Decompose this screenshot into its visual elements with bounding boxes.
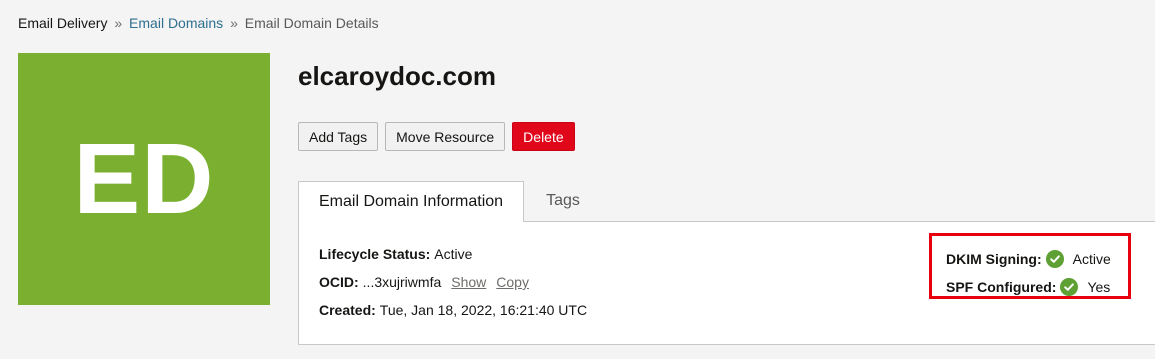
add-tags-button[interactable]: Add Tags bbox=[298, 122, 379, 151]
lifecycle-status-label: Lifecycle Status: bbox=[319, 246, 431, 262]
tab-email-domain-information[interactable]: Email Domain Information bbox=[298, 181, 525, 222]
check-circle-icon bbox=[1045, 250, 1064, 268]
tab-bar: Email Domain Information Tags bbox=[298, 181, 602, 222]
action-toolbar: Add Tags Move Resource Delete bbox=[298, 122, 575, 151]
spf-configured-row: SPF Configured: Yes bbox=[946, 273, 1128, 301]
spf-configured-value: Yes bbox=[1087, 279, 1111, 295]
ocid-label: OCID: bbox=[319, 274, 359, 290]
dkim-signing-value: Active bbox=[1072, 251, 1111, 267]
breadcrumb-email-domains-link[interactable]: Email Domains bbox=[129, 15, 223, 31]
ocid-show-link[interactable]: Show bbox=[451, 274, 486, 290]
ocid-row: OCID: ...3xujriwmfa Show Copy bbox=[319, 274, 587, 302]
move-resource-button[interactable]: Move Resource bbox=[385, 122, 506, 151]
resource-avatar: ED bbox=[18, 53, 270, 305]
dkim-signing-label: DKIM Signing: bbox=[946, 251, 1042, 267]
spf-configured-label: SPF Configured: bbox=[946, 279, 1057, 295]
created-row: Created: Tue, Jan 18, 2022, 16:21:40 UTC bbox=[319, 302, 587, 330]
tab-tags[interactable]: Tags bbox=[524, 181, 602, 221]
created-label: Created: bbox=[319, 302, 376, 318]
breadcrumb-root[interactable]: Email Delivery bbox=[18, 15, 107, 31]
info-panel: Lifecycle Status: Active OCID: ...3xujri… bbox=[298, 221, 1155, 345]
dkim-signing-row: DKIM Signing: Active bbox=[946, 245, 1128, 273]
avatar-initials: ED bbox=[73, 123, 215, 235]
breadcrumb: Email Delivery » Email Domains » Email D… bbox=[18, 15, 379, 31]
ocid-value: ...3xujriwmfa bbox=[362, 274, 442, 290]
created-value: Tue, Jan 18, 2022, 16:21:40 UTC bbox=[379, 302, 588, 318]
breadcrumb-separator: » bbox=[114, 15, 123, 31]
breadcrumb-current: Email Domain Details bbox=[244, 15, 379, 31]
check-circle-icon bbox=[1060, 278, 1079, 296]
delete-button[interactable]: Delete bbox=[512, 122, 575, 151]
page-title: elcaroydoc.com bbox=[298, 61, 496, 91]
lifecycle-status-value: Active bbox=[434, 246, 473, 262]
lifecycle-status-row: Lifecycle Status: Active bbox=[319, 246, 587, 274]
info-details: Lifecycle Status: Active OCID: ...3xujri… bbox=[319, 246, 587, 330]
breadcrumb-separator: » bbox=[230, 15, 238, 31]
email-auth-status-highlight: DKIM Signing: Active SPF Configured: Yes bbox=[929, 233, 1131, 299]
ocid-copy-link[interactable]: Copy bbox=[496, 274, 529, 290]
